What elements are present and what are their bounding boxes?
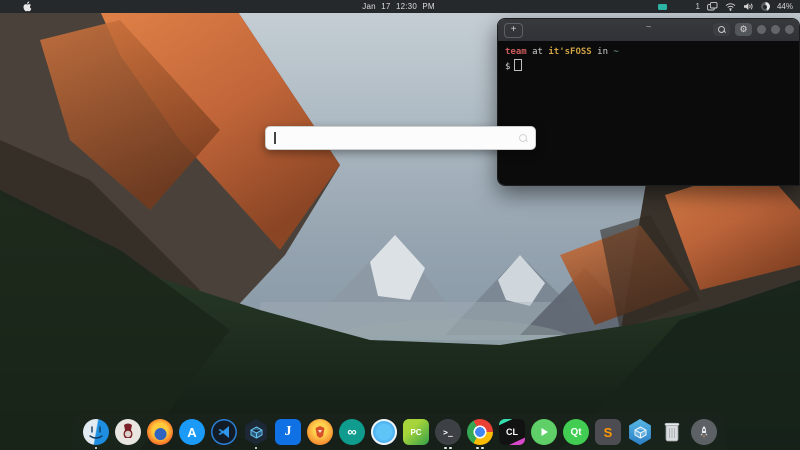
terminal-title[interactable]: ~ [646, 22, 652, 33]
search-icon [718, 26, 725, 33]
dock-item-terminal-app[interactable]: >_ [435, 419, 461, 445]
terminal-content[interactable]: team at it'sFOSS in ~ $ [498, 41, 799, 186]
terminal-cursor [514, 59, 522, 71]
menubar: Jan 17 12:30 PM 1 44% [0, 0, 800, 13]
settings-button[interactable]: ⚙ [735, 23, 752, 36]
menubar-clock[interactable]: Jan 17 12:30 PM [362, 0, 434, 13]
dock-item-sublime-text[interactable]: S [595, 419, 621, 445]
prompt-user: team [505, 47, 527, 57]
volume-icon[interactable] [743, 2, 754, 11]
battery-icon[interactable] [761, 2, 770, 11]
displays-icon[interactable] [707, 2, 718, 11]
arduino-glyph: ∞ [347, 427, 356, 437]
dock-item-safari[interactable] [371, 419, 397, 445]
dock-item-arduino[interactable]: ∞ [339, 419, 365, 445]
joplin-glyph: J [285, 424, 292, 440]
sublime-text-glyph: S [604, 425, 613, 440]
dock: A J ∞ PC >_ CL Qt S [73, 414, 727, 450]
apple-menu[interactable] [22, 1, 32, 12]
running-indicator [467, 447, 493, 450]
dock-item-hexagon-cube-blue[interactable] [627, 419, 653, 445]
running-indicator [83, 447, 109, 450]
minimize-button[interactable] [757, 25, 766, 34]
dock-item-play-green[interactable] [531, 419, 557, 445]
maximize-button[interactable] [771, 25, 780, 34]
terminal-app-glyph: >_ [443, 428, 453, 437]
workspace-indicator[interactable]: 1 [696, 2, 700, 11]
clion-glyph: CL [506, 427, 518, 437]
dock-item-white-red-app[interactable] [115, 419, 141, 445]
new-tab-button[interactable]: + [504, 23, 523, 38]
search-bar[interactable] [265, 126, 536, 150]
terminal-window: + ~ ⚙ team at it'sFOSS in ~ $ [497, 18, 800, 186]
battery-percent[interactable]: 44% [777, 2, 793, 11]
dock-item-firefox[interactable] [147, 419, 173, 445]
running-indicator [243, 447, 269, 450]
prompt-symbol: $ [505, 62, 510, 72]
dock-item-pycharm[interactable]: PC [403, 419, 429, 445]
qt-glyph: Qt [570, 427, 581, 438]
dock-item-brave[interactable] [307, 419, 333, 445]
apple-logo-icon [22, 1, 32, 12]
app-store-glyph: A [187, 425, 196, 440]
dock-item-trash[interactable] [659, 419, 685, 445]
prompt-path: ~ [613, 47, 618, 57]
terminal-titlebar[interactable]: + ~ ⚙ [498, 19, 799, 41]
dock-item-clion[interactable]: CL [499, 419, 525, 445]
dock-item-app-store[interactable]: A [179, 419, 205, 445]
dock-item-finder[interactable] [83, 419, 109, 445]
prompt-host: it'sFOSS [548, 47, 591, 57]
dock-item-vscode[interactable] [211, 419, 237, 445]
dock-item-hexagon-cube-dark[interactable] [243, 419, 269, 445]
desktop: Jan 17 12:30 PM 1 44% + ~ [0, 0, 800, 450]
pycharm-glyph: PC [410, 428, 421, 437]
text-caret [274, 132, 276, 144]
wifi-icon[interactable] [725, 2, 736, 11]
dock-item-chrome[interactable] [467, 419, 493, 445]
close-button[interactable] [785, 25, 794, 34]
dock-item-qt[interactable]: Qt [563, 419, 589, 445]
running-indicator [435, 447, 461, 450]
prompt-sep: in [592, 47, 614, 57]
dock-item-joplin[interactable]: J [275, 419, 301, 445]
menubar-status-area: 1 44% [658, 0, 793, 13]
dock-item-launchpad[interactable] [691, 419, 717, 445]
prompt-sep: at [527, 47, 549, 57]
tray-indicator-icon[interactable] [658, 4, 667, 10]
titlebar-controls: ⚙ [713, 23, 794, 36]
search-bar-icon [519, 134, 527, 142]
search-button[interactable] [713, 23, 730, 36]
